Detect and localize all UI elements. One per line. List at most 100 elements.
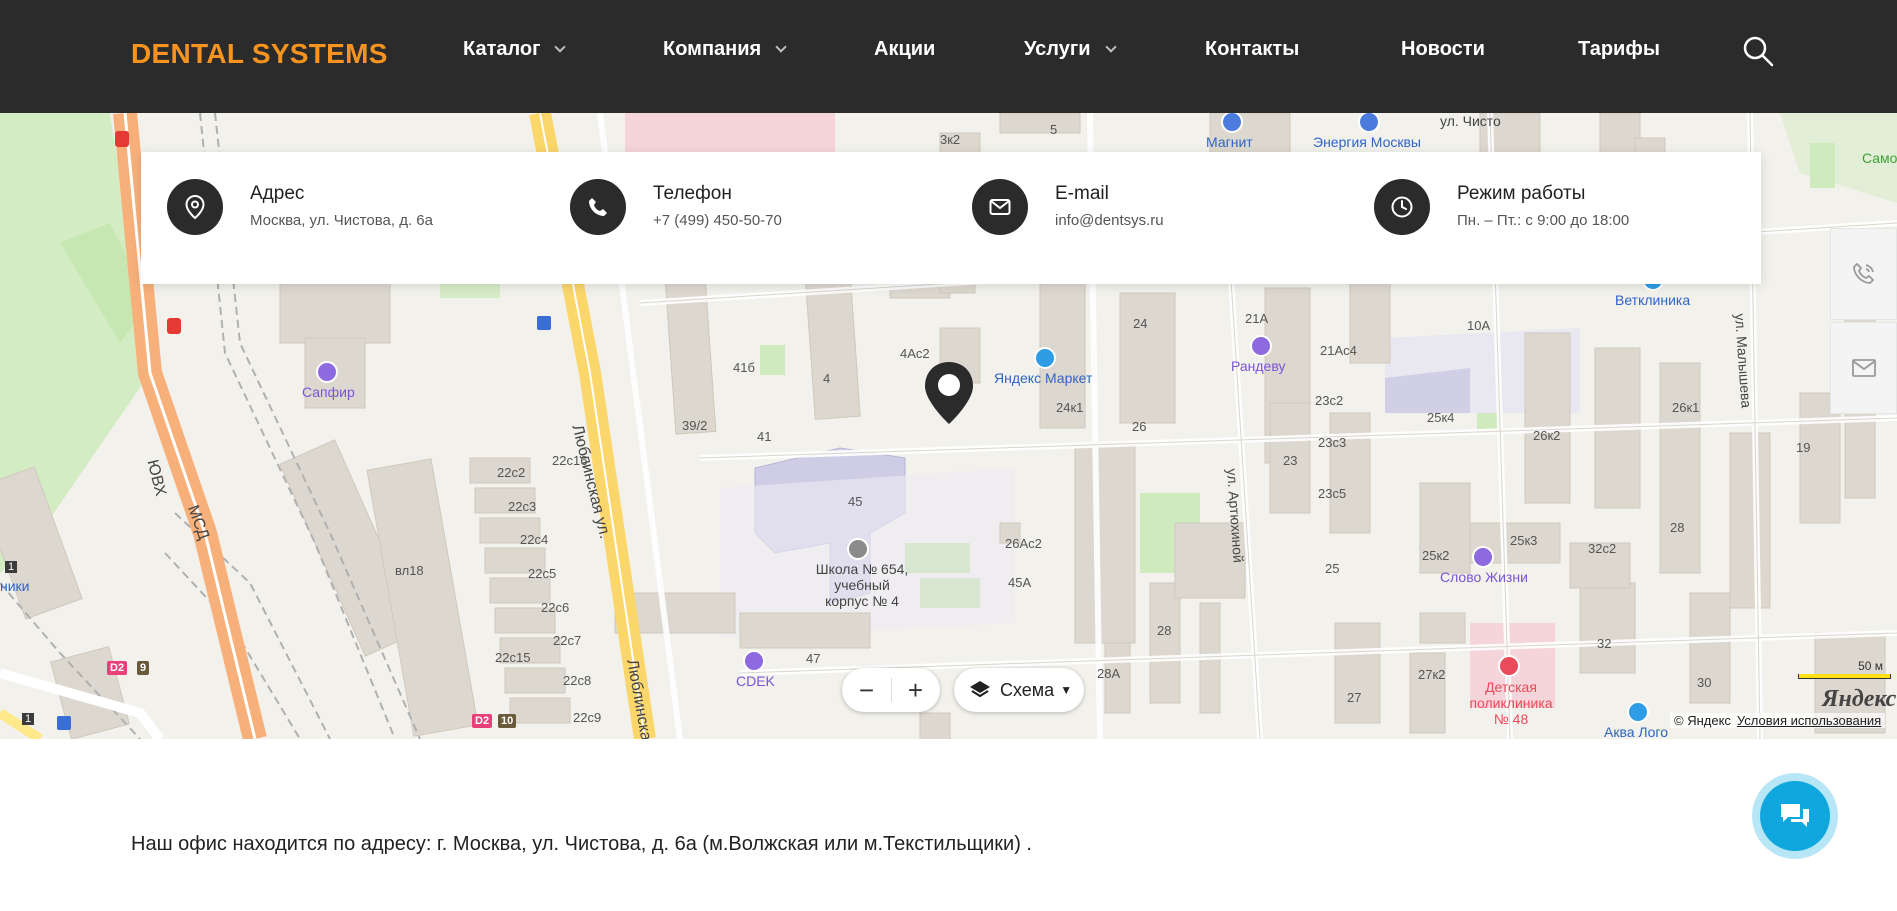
copyright-text: © Яндекс: [1674, 713, 1731, 728]
zoom-in-button[interactable]: +: [891, 668, 940, 712]
site-header: DENTAL SYSTEMS Каталог Компания Акции Ус…: [0, 0, 1897, 113]
nav-catalog[interactable]: Каталог: [463, 38, 567, 61]
building-label: 28: [1157, 623, 1172, 638]
contact-title: Режим работы: [1457, 183, 1586, 204]
poi-label[interactable]: Слово Жизни: [1440, 569, 1528, 585]
building-label: 23с3: [1318, 435, 1347, 450]
side-callback-button[interactable]: [1830, 228, 1897, 320]
building-label: 39/2: [682, 418, 708, 433]
contact-value: Пн. – Пт.: с 9:00 до 18:00: [1457, 212, 1630, 229]
building-label: 25к3: [1510, 533, 1538, 548]
building-label: 41: [757, 429, 772, 444]
nav-services[interactable]: Услуги: [1024, 38, 1117, 61]
nav-label: Компания: [663, 38, 762, 60]
poi-icon[interactable]: [1627, 701, 1649, 723]
location-marker[interactable]: [923, 360, 975, 431]
poi-icon[interactable]: [316, 361, 338, 383]
metro-badge: 10: [498, 714, 517, 728]
poi-icon[interactable]: [1472, 546, 1494, 568]
zoom-control: − +: [842, 668, 940, 712]
building-label: 22с2: [497, 465, 526, 480]
caret-down-icon: ▼: [1060, 683, 1073, 697]
nav-contacts[interactable]: Контакты: [1205, 38, 1299, 61]
building-label: 3к2: [940, 132, 961, 147]
building-label: 30: [1697, 675, 1712, 690]
building-label: 23с5: [1318, 486, 1347, 501]
phone-call-icon: [1852, 262, 1874, 284]
nav-company[interactable]: Компания: [663, 38, 787, 61]
poi-label[interactable]: Само: [1862, 150, 1897, 166]
poi-label[interactable]: Ветклиника: [1615, 292, 1690, 308]
search-button[interactable]: [1741, 34, 1775, 68]
post-icon[interactable]: [743, 650, 765, 672]
metro-badge: D2: [472, 714, 493, 728]
mail-icon: [972, 179, 1028, 235]
building-label: 22с4: [520, 532, 549, 547]
building-label: 22с6: [541, 600, 570, 615]
contact-title: E-mail: [1055, 183, 1109, 204]
contact-value[interactable]: +7 (499) 450-50-70: [653, 212, 782, 229]
building-label: 27к2: [1418, 667, 1446, 682]
contact-value: Москва, ул. Чистова, д. 6а: [250, 212, 433, 229]
building-label: 41б: [733, 360, 755, 375]
chat-icon: [1781, 804, 1809, 827]
building-label: 28А: [1097, 666, 1121, 681]
poi-label[interactable]: Рандеву: [1231, 358, 1285, 374]
bag-icon[interactable]: [1034, 347, 1056, 369]
search-icon: [1743, 36, 1774, 67]
building-label: 24к1: [1056, 400, 1084, 415]
poi-icon[interactable]: [1250, 335, 1272, 357]
hospital-icon[interactable]: [1498, 655, 1520, 677]
building-label: 23: [1283, 453, 1298, 468]
metro-badge: 9: [137, 661, 150, 675]
building-label: 28: [1670, 520, 1685, 535]
building-label: 22с8: [563, 673, 592, 688]
scale-label: 50 м: [1858, 659, 1883, 673]
nav-tariffs[interactable]: Тарифы: [1578, 38, 1660, 61]
office-address-text: Наш офис находится по адресу: г. Москва,…: [131, 833, 1032, 855]
poi-label[interactable]: Магнит: [1206, 134, 1253, 150]
building-label: 25к2: [1422, 548, 1450, 563]
poi-label[interactable]: CDEK: [736, 673, 775, 689]
building-label: 26Ас2: [1005, 536, 1042, 551]
building-label: 10А: [1467, 318, 1491, 333]
poi-label[interactable]: Аква Лого: [1604, 724, 1668, 739]
building-label: 21А: [1245, 311, 1269, 326]
metro-badge: D2: [107, 661, 128, 675]
contact-value[interactable]: info@dentsys.ru: [1055, 212, 1164, 229]
poi-label[interactable]: Сапфир: [302, 384, 355, 400]
nav-label: Новости: [1401, 38, 1485, 60]
terms-link[interactable]: Условия использования: [1737, 713, 1881, 728]
zoom-out-button[interactable]: −: [842, 668, 891, 712]
side-message-button[interactable]: [1830, 322, 1897, 414]
building-label: 26к2: [1533, 428, 1561, 443]
map-layer-button[interactable]: Схема ▼: [954, 668, 1084, 712]
nav-label: Акции: [874, 38, 936, 60]
poi-label[interactable]: Яндекс Маркет: [994, 370, 1092, 386]
building-label: 22с15: [495, 650, 531, 665]
mail-icon: [1851, 359, 1876, 377]
scale-bar: [1798, 674, 1891, 679]
street-label: ул. Чисто: [1440, 113, 1501, 129]
nav-promotions[interactable]: Акции: [874, 38, 935, 61]
yandex-logo: Яндекс: [1822, 686, 1897, 712]
poi-label[interactable]: Детская поликлиника № 48: [1466, 679, 1556, 727]
building-label: 22с3: [508, 499, 537, 514]
building-label: 32с2: [1588, 541, 1617, 556]
building-label: 32: [1597, 636, 1612, 651]
contact-info-card: Адрес Москва, ул. Чистова, д. 6а Телефон…: [141, 152, 1761, 284]
school-icon[interactable]: [847, 538, 869, 560]
building-label: 27: [1347, 690, 1362, 705]
building-label: 25к4: [1427, 410, 1455, 425]
building-label: 25: [1325, 561, 1340, 576]
nav-news[interactable]: Новости: [1401, 38, 1485, 61]
building-label: 22с9: [573, 710, 602, 725]
minus-icon: −: [858, 674, 875, 705]
building-label: 4: [823, 371, 831, 386]
building-label: 1: [5, 561, 18, 573]
layers-icon: [970, 681, 990, 698]
site-logo[interactable]: DENTAL SYSTEMS: [131, 38, 388, 70]
poi-label[interactable]: Школа № 654, учебный корпус № 4: [812, 561, 912, 609]
chat-button[interactable]: [1752, 773, 1838, 859]
poi-label[interactable]: Энергия Москвы: [1313, 134, 1421, 150]
